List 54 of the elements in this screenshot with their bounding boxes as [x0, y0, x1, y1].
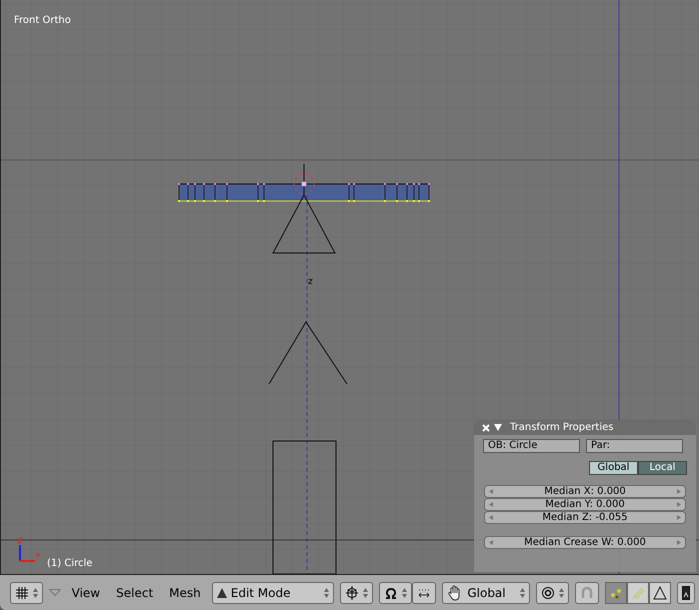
spinner-arrows-icon: [324, 588, 330, 598]
transform-panel[interactable]: Transform Properties OB: Circle Par: Global Local Median X: 0.000 Median Y: 0.000 Median Z: -0.055 Median Crease W: 0.000: [474, 420, 696, 572]
menu-item[interactable]: Mesh: [164, 584, 206, 602]
mesh-triangle-icon: [216, 588, 227, 598]
view-title: Front Ortho: [14, 14, 71, 28]
target-icon: [541, 586, 555, 600]
left-arrow-icon: [489, 515, 493, 520]
right-arrow-icon: [677, 540, 681, 545]
magnet-icon: [580, 586, 594, 600]
snap-button[interactable]: [575, 582, 599, 604]
crease-field[interactable]: Median Crease W: 0.000: [484, 536, 686, 549]
left-arrow-icon: [489, 540, 493, 545]
pivot-button[interactable]: [379, 582, 412, 604]
face-select-icon: [653, 586, 667, 600]
parent-field[interactable]: Par:: [586, 439, 683, 453]
right-arrow-icon: [677, 502, 681, 507]
collapse-icon[interactable]: [494, 424, 502, 431]
left-arrow-icon: [489, 489, 493, 494]
menu-item[interactable]: Select: [111, 584, 158, 602]
panel-title: Transform Properties: [510, 421, 614, 435]
close-icon[interactable]: [482, 424, 490, 432]
select-mode-button[interactable]: [649, 582, 671, 604]
render-button[interactable]: [677, 582, 695, 604]
widget-button[interactable]: [412, 582, 436, 604]
space-toggle[interactable]: Local: [638, 461, 687, 475]
object-info: (1) Circle: [47, 557, 92, 571]
right-arrow-icon: [677, 515, 681, 520]
3d-viewport[interactable]: Front Ortho z (1) Circle Transform Properties OB: Circle Par: Global Local Median X: 0.000 Median Y: 0.000 Median Z: -0.055 Median Crease W: 0.000: [0, 0, 699, 574]
median-field[interactable]: Median Y: 0.000: [484, 498, 686, 511]
edge-select-icon: [631, 586, 645, 600]
grid-icon: [15, 586, 29, 600]
axis-gizmo-icon: [16, 538, 40, 562]
image-icon: [682, 586, 690, 600]
editor-type-button[interactable]: [10, 582, 43, 604]
spinner-arrows-icon: [33, 588, 38, 598]
menu-item[interactable]: View: [66, 584, 106, 602]
spinner-arrows-icon: [402, 588, 408, 598]
mode-dropdown[interactable]: Edit Mode: [212, 582, 334, 604]
median-field[interactable]: Median Z: -0.055: [484, 511, 686, 524]
right-arrow-icon: [677, 489, 681, 494]
spinner-arrows-icon: [363, 588, 368, 598]
draw-type-button[interactable]: [340, 582, 374, 604]
spinner-arrows-icon: [559, 588, 564, 598]
spinner-arrows-icon: [520, 588, 525, 598]
object-name-field[interactable]: OB: Circle: [483, 439, 580, 453]
3d-cursor-icon: [294, 164, 314, 196]
left-arrow-icon: [489, 502, 493, 507]
proportional-button[interactable]: [536, 582, 569, 604]
axis-label: z: [308, 276, 313, 289]
orientation-dropdown[interactable]: Global: [442, 582, 530, 604]
space-toggle[interactable]: Global: [589, 461, 638, 475]
omega-icon: [384, 586, 398, 600]
cube-icon: [345, 586, 360, 600]
median-field[interactable]: Median X: 0.000: [484, 485, 686, 498]
